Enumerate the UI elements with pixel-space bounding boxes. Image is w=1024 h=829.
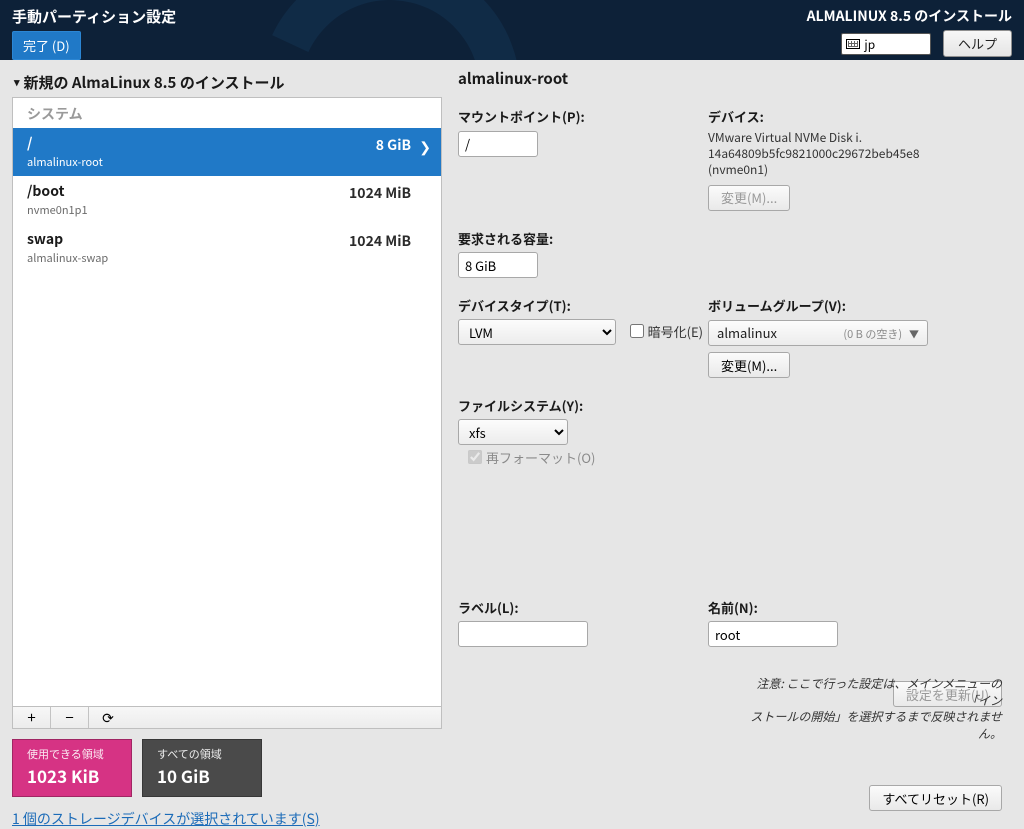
partition-list-heading-text: 新規の AlmaLinux 8.5 のインストール (24, 72, 285, 93)
chevron-right-icon: ❯ (419, 137, 431, 157)
tree-item-size: 8 GiB (376, 135, 411, 155)
device-type-select[interactable]: LVM (458, 319, 616, 345)
help-button[interactable]: ヘルプ (943, 30, 1012, 57)
warning-text: 注意: ここで行った設定は、メインメニューの「イン ストールの開始」を選択するま… (742, 676, 1002, 743)
name-input[interactable] (708, 621, 838, 647)
fs-label-label: ラベル(L): (458, 598, 708, 617)
volume-group-label: ボリュームグループ(V): (708, 296, 1008, 315)
add-partition-button[interactable]: + (13, 707, 51, 728)
reformat-checkbox (468, 450, 482, 464)
selected-partition-title: almalinux-root (458, 68, 1012, 89)
top-bar: 手動パーティション設定 完了 (D) ALMALINUX 8.5 のインストール… (0, 0, 1024, 60)
remove-partition-button[interactable]: − (51, 707, 89, 728)
encrypt-checkbox[interactable] (630, 324, 644, 338)
tree-toolbar: + − ⟳ (12, 707, 442, 729)
desired-capacity-label: 要求される容量: (458, 229, 708, 248)
lower-labels: ラベル(L): 名前(N): (458, 598, 1012, 648)
tree-item-root[interactable]: / almalinux-root 8 GiB ❯ (13, 128, 441, 176)
modify-volume-group-button[interactable]: 変更(M)... (708, 352, 790, 378)
tree-item-size: 1024 MiB (349, 183, 411, 203)
desired-capacity-input[interactable] (458, 252, 538, 278)
left-column: ▾ 新規の AlmaLinux 8.5 のインストール システム / almal… (12, 68, 442, 819)
filesystem-label: ファイルシステム(Y): (458, 396, 708, 415)
form-grid: マウントポイント(P): デバイス: VMware Virtual NVMe D… (458, 107, 1012, 483)
reload-button[interactable]: ⟳ (89, 707, 127, 728)
right-column: almalinux-root マウントポイント(P): デバイス: VMware… (458, 68, 1012, 819)
tree-section-label: システム (13, 98, 441, 128)
devices-label: デバイス: (708, 107, 1008, 126)
volume-group-select[interactable]: almalinux (0 B の空き) ▼ (708, 320, 928, 346)
installer-title: ALMALINUX 8.5 のインストール (807, 6, 1012, 26)
top-right: ALMALINUX 8.5 のインストール jp ヘルプ (807, 6, 1012, 57)
mountpoint-input[interactable] (458, 131, 538, 157)
modify-device-button[interactable]: 変更(M)... (708, 185, 790, 211)
reformat-checkbox-wrapper: 再フォーマット(O) (468, 448, 595, 467)
tree-item-dev: almalinux-swap (27, 250, 415, 266)
tree-item-swap[interactable]: swap almalinux-swap 1024 MiB (13, 224, 441, 272)
total-space-label: すべての領域 (157, 746, 247, 762)
available-space-card: 使用できる領域 1023 KiB (12, 739, 132, 797)
available-space-label: 使用できる領域 (27, 746, 117, 762)
keyboard-layout-indicator[interactable]: jp (841, 33, 931, 55)
available-space-value: 1023 KiB (27, 763, 117, 788)
keyboard-layout-text: jp (864, 36, 875, 53)
keyboard-icon (846, 39, 860, 49)
disclosure-triangle-icon: ▾ (14, 74, 20, 90)
filesystem-select[interactable]: xfs (458, 419, 568, 445)
tree-item-boot[interactable]: /boot nvme0n1p1 1024 MiB (13, 176, 441, 224)
name-label: 名前(N): (708, 598, 1008, 617)
tree-item-size: 1024 MiB (349, 231, 411, 251)
tree-item-dev: almalinux-root (27, 154, 415, 170)
devices-text-line3: (nvme0n1) (708, 162, 1008, 178)
tree-item-mount: / (27, 133, 415, 153)
fs-label-input[interactable] (458, 621, 588, 647)
reformat-label: 再フォーマット(O) (486, 448, 595, 467)
total-space-card: すべての領域 10 GiB (142, 739, 262, 797)
reset-all-button[interactable]: すべてリセット(R) (869, 785, 1002, 811)
device-type-label: デバイスタイプ(T): (458, 296, 708, 315)
tree-item-dev: nvme0n1p1 (27, 202, 415, 218)
total-space-value: 10 GiB (157, 763, 247, 788)
chevron-down-icon: ▼ (909, 326, 919, 341)
devices-text-line1: VMware Virtual NVMe Disk i. (708, 130, 1008, 146)
partition-list-heading[interactable]: ▾ 新規の AlmaLinux 8.5 のインストール (12, 68, 442, 97)
mountpoint-label: マウントポイント(P): (458, 107, 708, 126)
done-button[interactable]: 完了 (D) (12, 31, 81, 60)
partition-tree: システム / almalinux-root 8 GiB ❯ /boot nvme… (12, 97, 442, 707)
volume-group-hint: (0 B の空き) (843, 326, 902, 342)
main-area: ▾ 新規の AlmaLinux 8.5 のインストール システム / almal… (0, 60, 1024, 819)
encrypt-checkbox-wrapper[interactable]: 暗号化(E) (630, 322, 703, 341)
encrypt-label: 暗号化(E) (648, 322, 703, 341)
space-cards: 使用できる領域 1023 KiB すべての領域 10 GiB (12, 739, 442, 797)
storage-devices-link[interactable]: 1 個のストレージデバイスが選択されています(S) (12, 809, 442, 829)
volume-group-value: almalinux (717, 323, 777, 342)
devices-text-line2: 14a64809b5fc9821000c29672beb45e8 (708, 146, 1008, 162)
